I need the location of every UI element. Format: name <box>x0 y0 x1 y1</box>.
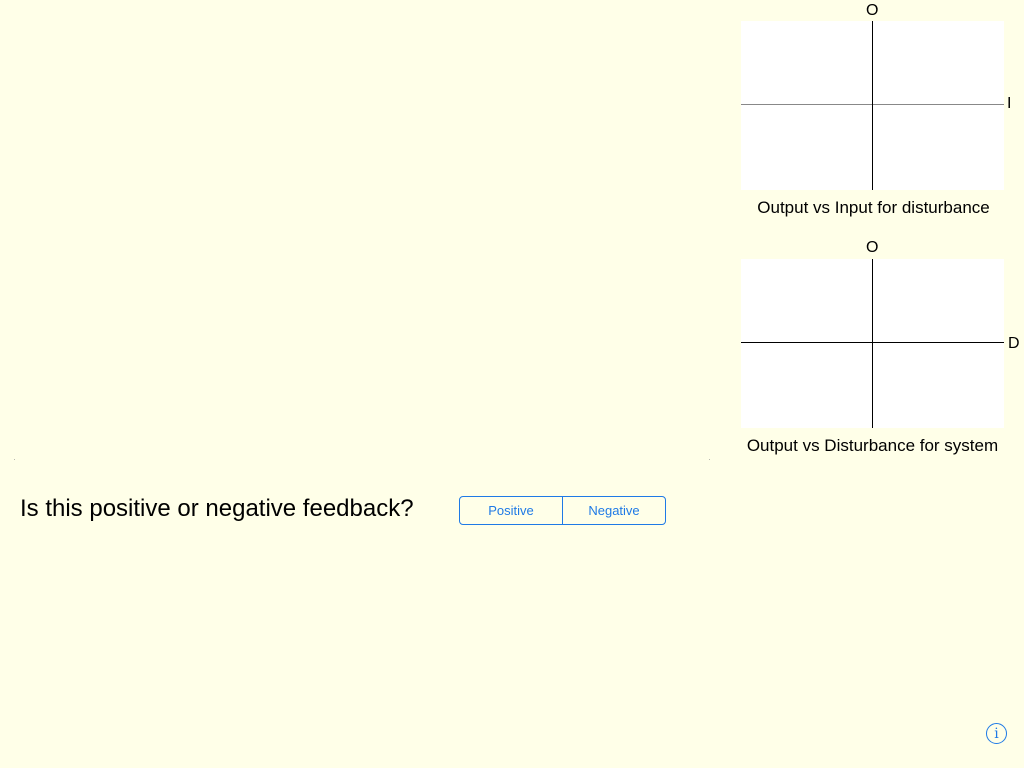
graph1-y-axis-label: O <box>866 2 879 19</box>
graph1-x-axis-label: I <box>1007 95 1012 112</box>
negative-button[interactable]: Negative <box>562 497 665 524</box>
canvas-corner-right <box>709 459 710 460</box>
graph2-y-axis <box>872 259 873 428</box>
output-vs-input-graph[interactable] <box>741 21 1004 190</box>
graph2-x-axis-label: D <box>1008 335 1020 352</box>
graph2-caption: Output vs Disturbance for system <box>746 436 999 455</box>
feedback-segmented-control[interactable]: Positive Negative <box>459 496 666 525</box>
graph1-y-axis <box>872 21 873 190</box>
canvas-corner-left <box>14 459 15 460</box>
output-vs-disturbance-graph[interactable] <box>741 259 1004 428</box>
info-button[interactable]: i <box>986 723 1007 744</box>
feedback-question: Is this positive or negative feedback? <box>20 495 414 522</box>
positive-button[interactable]: Positive <box>460 497 562 524</box>
info-icon: i <box>994 725 999 742</box>
graph1-caption: Output vs Input for disturbance <box>757 198 990 217</box>
graph2-y-axis-label: O <box>866 239 879 256</box>
